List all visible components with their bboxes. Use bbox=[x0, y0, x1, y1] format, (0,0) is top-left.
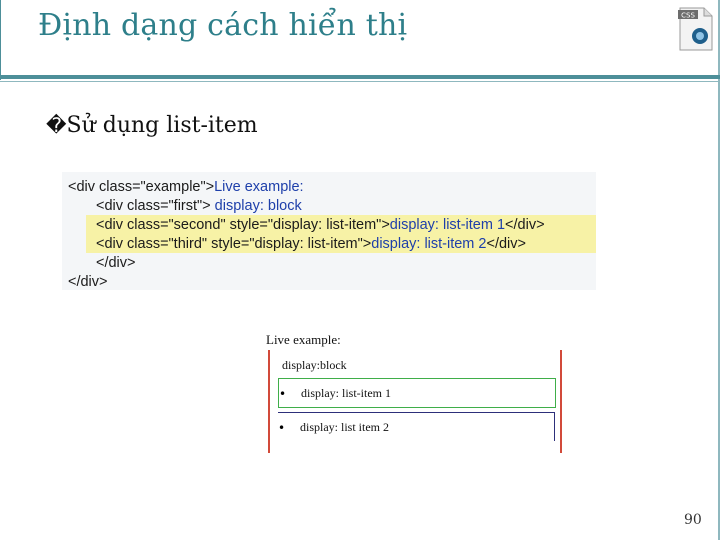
bullet-dot-icon: • bbox=[279, 387, 287, 401]
bullet-dot-icon: • bbox=[278, 421, 286, 435]
page-number: 90 bbox=[684, 512, 702, 528]
header-rule-thin bbox=[0, 81, 720, 82]
left-rule bbox=[0, 0, 1, 80]
code-example: <div class="example">Live example: <div … bbox=[62, 172, 596, 290]
demo-block-text: display:block bbox=[282, 358, 347, 372]
demo-list-item-1: • display: list-item 1 bbox=[278, 378, 556, 408]
demo-label: Live example: bbox=[266, 332, 341, 347]
bullet-marker: � bbox=[46, 113, 67, 137]
css-icon-label: CSS bbox=[681, 12, 695, 20]
code-line: </div> bbox=[68, 274, 108, 290]
code-line: </div> bbox=[96, 255, 136, 271]
live-example-render: Live example: display:block • display: l… bbox=[262, 328, 566, 454]
code-line: <div class="second" style="display: list… bbox=[96, 217, 545, 233]
bullet-text: Sử dụng list-item bbox=[66, 113, 258, 138]
header-rule bbox=[0, 75, 720, 79]
code-line: <div class="third" style="display: list-… bbox=[96, 236, 526, 252]
demo-container: display:block • display: list-item 1 • d… bbox=[268, 350, 562, 453]
css-file-icon: CSS bbox=[676, 6, 716, 52]
demo-list-item-2: • display: list item 2 bbox=[278, 412, 555, 441]
code-line: <div class="example">Live example: bbox=[68, 179, 304, 195]
code-line: <div class="first"> display: block bbox=[96, 198, 302, 214]
slide-title: Định dạng cách hiển thị bbox=[38, 8, 408, 43]
bullet-item: �Sử dụng list-item bbox=[46, 113, 258, 138]
